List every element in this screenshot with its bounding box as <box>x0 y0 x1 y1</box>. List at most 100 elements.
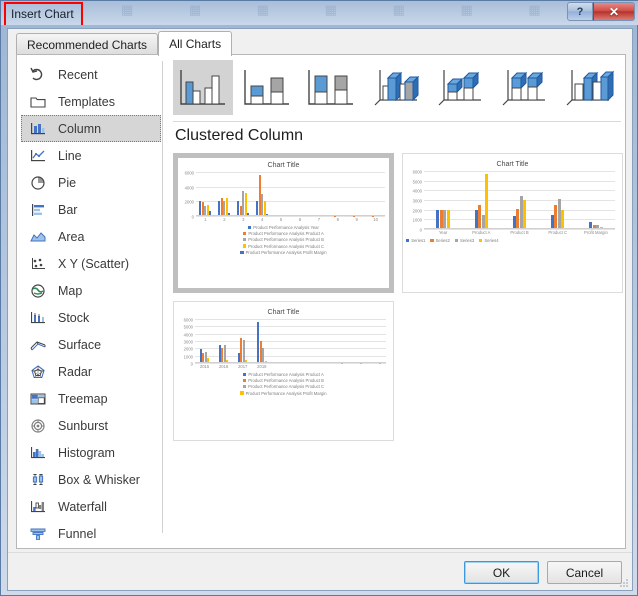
sidebar-item-label: Area <box>58 229 85 244</box>
sidebar-item-label: Waterfall <box>58 499 107 514</box>
sidebar-item-map[interactable]: Map <box>21 277 161 304</box>
chart-y-tick-label: 0 <box>419 227 422 233</box>
chart-x-tick-label <box>348 364 367 369</box>
chart-bar-group <box>372 319 382 363</box>
cancel-button[interactable]: Cancel <box>547 561 622 584</box>
sidebar-item-line[interactable]: Line <box>21 142 161 169</box>
subtype-thumb-3d-column[interactable] <box>557 60 617 115</box>
chart-bar-group <box>199 172 212 216</box>
chart-legend-item: Product Performance Analysis Product C <box>242 384 324 389</box>
resize-grip-icon[interactable] <box>618 577 630 589</box>
chart-x-tick-label: 2018 <box>257 364 267 369</box>
subtype-thumb-3d-100-percent-stacked-column[interactable] <box>493 60 553 115</box>
chart-legend-swatch <box>242 385 247 389</box>
chart-y-tick-label: 5000 <box>412 179 422 185</box>
subtype-thumb-3d-clustered-column[interactable] <box>365 60 425 115</box>
sidebar-item-histogram[interactable]: Histogram <box>21 439 161 466</box>
sidebar-item-pie[interactable]: Pie <box>21 169 161 196</box>
chart-bar-group <box>512 171 527 229</box>
ok-button[interactable]: OK <box>464 561 539 584</box>
sidebar-item-radar[interactable]: Radar <box>21 358 161 385</box>
chart-y-tick-label: 1000 <box>412 217 422 223</box>
sidebar-item-area[interactable]: Area <box>21 223 161 250</box>
chart-plot-area: 0 1000 2000 3000 4000 5000 6000 <box>184 318 386 367</box>
tab-all-charts[interactable]: All Charts <box>158 31 233 56</box>
chart-preview-3[interactable]: Chart Title 0 1000 2000 3000 4000 5000 6000 2015… <box>173 301 394 441</box>
chart-legend-label: Series3 <box>459 238 475 243</box>
chart-bar <box>561 209 565 229</box>
sidebar-item-sunburst[interactable]: Sunburst <box>21 412 161 439</box>
chart-preview-2[interactable]: Chart Title 0 1000 2000 3000 4000 5000 6000 Year… <box>402 153 623 293</box>
chart-x-tick-label: 4 <box>261 217 264 222</box>
chart-legend-label: Product Performance Analysis Profit Marg… <box>245 249 327 255</box>
templates-icon <box>28 93 48 111</box>
chart-type-sidebar[interactable]: Recent Templates Column Line Pie Bar Area X Y (… <box>17 55 161 568</box>
sidebar-item-recent[interactable]: Recent <box>21 61 161 88</box>
recent-icon <box>28 66 48 84</box>
sidebar-item-waterfall[interactable]: Waterfall <box>21 493 161 520</box>
chart-y-tick-label: 4000 <box>412 188 422 194</box>
chart-subtype-thumbnail-row[interactable] <box>169 55 625 117</box>
chart-legend-label: Product Performance Analysis Product C <box>248 243 325 249</box>
chart-x-tick-label: 8 <box>336 217 339 222</box>
dialog-footer: OK Cancel <box>8 552 632 590</box>
chart-x-tick-label: 9 <box>355 217 358 222</box>
chart-type-heading: Clustered Column <box>175 127 304 144</box>
chart-x-axis <box>195 362 386 363</box>
sidebar-item-box-whisker[interactable]: Box & Whisker <box>21 466 161 493</box>
sidebar-item-label: Recent <box>58 67 98 82</box>
waterfall-icon <box>28 498 48 516</box>
chart-title: Chart Title <box>496 161 529 168</box>
chart-x-axis <box>196 215 385 216</box>
subtype-thumb-clustered-column[interactable] <box>173 60 233 115</box>
sidebar-item-surface[interactable]: Surface <box>21 331 161 358</box>
chart-y-tick-label: 4000 <box>183 332 193 338</box>
tab-recommended-charts[interactable]: Recommended Charts <box>16 33 159 55</box>
sidebar-item-treemap[interactable]: Treemap <box>21 385 161 412</box>
close-icon[interactable]: ✕ <box>593 2 635 21</box>
subtype-thumb-100-percent-stacked-column[interactable] <box>301 60 361 115</box>
chart-y-tick-label: 2000 <box>184 199 194 205</box>
chart-legend-swatch <box>240 391 244 395</box>
treemap-icon <box>28 390 48 408</box>
chart-y-tick-label: 3000 <box>183 339 193 345</box>
chart-x-tick-label: 3 <box>242 217 245 222</box>
sidebar-item-label: Stock <box>58 310 90 325</box>
sidebar-item-funnel[interactable]: Funnel <box>21 520 161 547</box>
chart-bar-group <box>218 172 231 216</box>
sidebar-item-stock[interactable]: Stock <box>21 304 161 331</box>
chart-gridline: 0 <box>420 228 615 233</box>
chart-bars <box>196 172 385 216</box>
chart-y-tick-label: 2000 <box>412 208 422 214</box>
chart-preview-1[interactable]: Chart Title 0 2000 4000 6000 1 2 3 4 5 6 7 8 9 10 Produ… <box>173 153 394 293</box>
chart-preview-grid[interactable]: Chart Title 0 2000 4000 6000 1 2 3 4 5 6 7 8 9 10 Produ… <box>173 153 623 441</box>
chart-bar-group <box>351 172 363 216</box>
sidebar-item-templates[interactable]: Templates <box>21 88 161 115</box>
chart-legend-item: Series1 <box>406 238 425 243</box>
chart-legend-item: Product Performance Analysis Product C <box>242 243 325 249</box>
chart-bar-group <box>294 172 306 216</box>
sidebar-item-column[interactable]: Column <box>21 115 161 142</box>
chart-bar-group <box>313 172 325 216</box>
sidebar-item-bar[interactable]: Bar <box>21 196 161 223</box>
sidebar-item-label: Box & Whisker <box>58 472 140 487</box>
sidebar-item-label: Map <box>58 283 83 298</box>
sidebar-item-x-y-scatter[interactable]: X Y (Scatter) <box>21 250 161 277</box>
chart-legend-swatch <box>240 250 244 254</box>
chart-legend-label: Product Performance Analysis Year <box>253 225 319 230</box>
chart-x-tick-label: Profit Margin <box>584 230 608 235</box>
help-icon[interactable]: ? <box>567 2 593 21</box>
chart-bar-group <box>314 319 324 363</box>
chart-x-tick-label <box>310 364 329 369</box>
chart-x-labels: 1 2 3 4 5 6 7 8 9 10 <box>196 217 385 222</box>
subtype-thumb-3d-stacked-column[interactable] <box>429 60 489 115</box>
subtype-thumb-stacked-column[interactable] <box>237 60 297 115</box>
chart-x-tick-label: Year <box>438 230 448 235</box>
chart-bar-group <box>333 319 343 363</box>
chart-x-labels: Year Product A Product B Product C Profit Ma… <box>424 230 615 235</box>
chart-x-axis <box>424 228 615 229</box>
chart-gridline: 0 <box>192 215 385 220</box>
sidebar-item-label: X Y (Scatter) <box>58 256 130 271</box>
insert-chart-dialog-window: ▦ ▦ ▦ ▦ ▦ ▦ ▦ Insert Chart ? ✕ Recommend… <box>0 0 638 596</box>
chart-legend-swatch <box>243 372 247 377</box>
